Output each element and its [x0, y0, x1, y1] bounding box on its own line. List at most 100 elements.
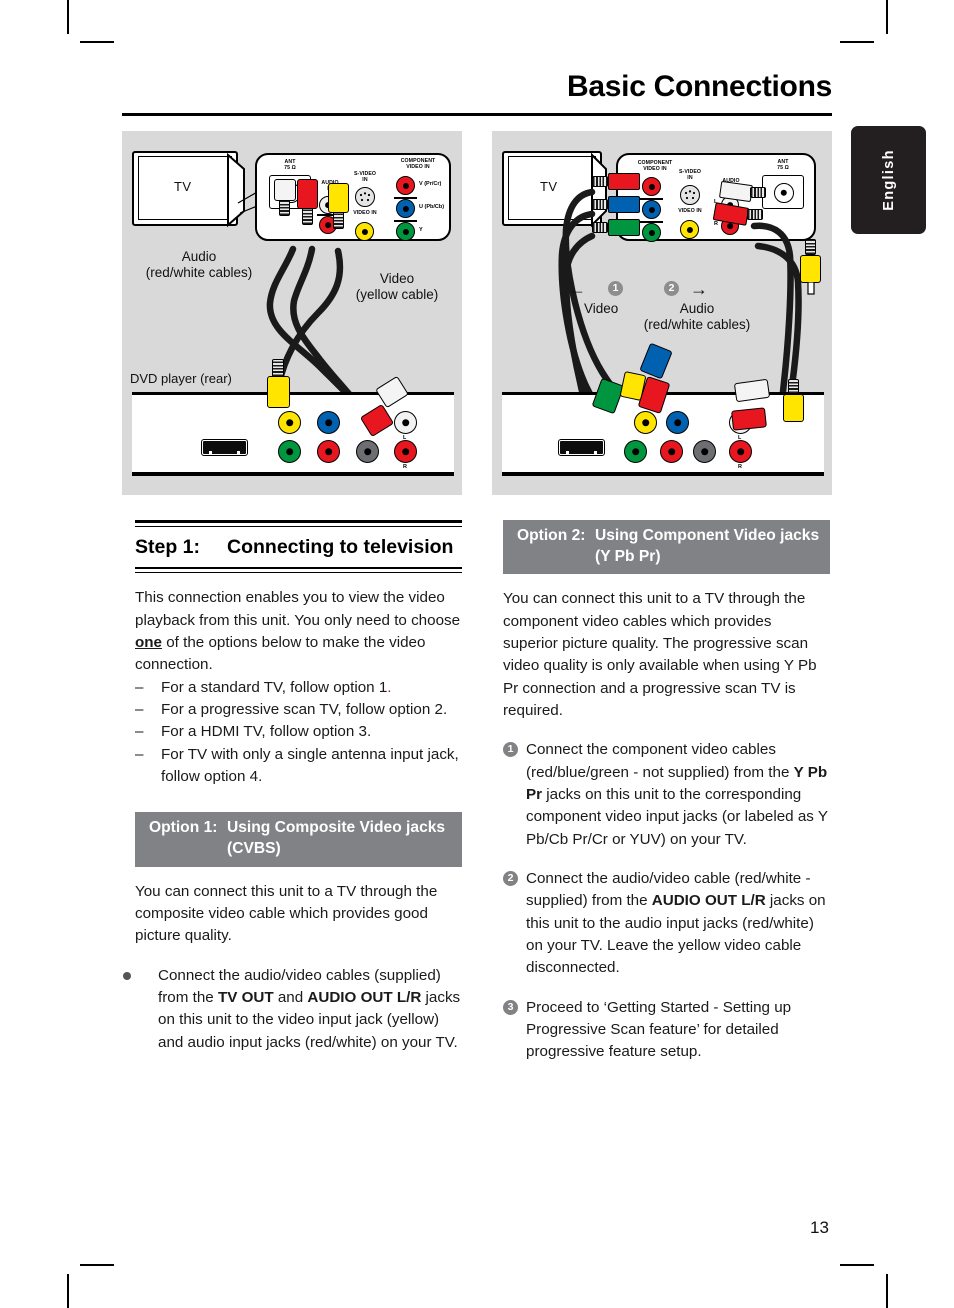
- callout-video-left: Video (yellow cable): [355, 271, 439, 302]
- dvd-audio-r-jack-right: [729, 440, 752, 463]
- loose-yellow-boot-right: [805, 239, 816, 255]
- dash-marker: –: [135, 723, 144, 741]
- loose-yellow-tip-right: [807, 282, 815, 295]
- crop-mark-bottom-right: [886, 1274, 888, 1308]
- dash-marker: –: [135, 745, 144, 763]
- dvd-audio-l-label-left: L: [403, 435, 407, 441]
- dvd-rear-panel-left: L R: [132, 392, 454, 476]
- step-intro-paragraph: This connection enables you to view the …: [135, 587, 462, 676]
- ant-label-right: ANT 75 Ω: [777, 159, 789, 171]
- list-item-text: For a progressive scan TV, follow option…: [161, 701, 448, 719]
- s-video-in-label-right: S-VIDEO IN: [678, 169, 702, 181]
- option1-text-mid: and: [273, 988, 308, 1006]
- dvd-panel-bottom-edge: [132, 472, 454, 476]
- plug-red-left: [297, 179, 318, 209]
- dvd-pb-jack-left: [317, 411, 340, 434]
- option1-bold-audioout: AUDIO OUT L/R: [307, 988, 422, 1006]
- option1-title: Using Composite Video jacks (CVBS): [227, 819, 446, 858]
- dvd-audio-l-label-right: L: [738, 435, 742, 441]
- crop-mark-left-bottom: [80, 1264, 114, 1266]
- crop-mark-right-bottom: [840, 1264, 874, 1266]
- crop-mark-right-top: [840, 41, 874, 43]
- step-rule-bottom-1: [135, 566, 462, 570]
- dvd-pb-jack-right: [666, 411, 689, 434]
- dvd-audio-r-label-right: R: [738, 464, 742, 470]
- option2-header-bar: Option 2: Using Component Video jacks (Y…: [503, 520, 830, 575]
- callout-video-label-right: Video: [584, 301, 619, 316]
- callout-audio-label-right: Audio (red/white cables): [643, 301, 751, 332]
- language-tab: English: [851, 126, 926, 234]
- list-item-text: For a HDMI TV, follow option 3.: [161, 723, 372, 741]
- dvd-plug-boot-yellow-left: [272, 359, 284, 377]
- list-item-text: For TV with only a single antenna input …: [161, 745, 459, 786]
- dvd-player-label-left: DVD player (rear): [130, 371, 232, 386]
- list-item: – For a progressive scan TV, follow opti…: [135, 699, 462, 721]
- right-text-column: Option 2: Using Component Video jacks (Y…: [503, 520, 830, 1064]
- language-tab-label: English: [880, 149, 897, 211]
- component-connection-diagram: TV COMPONENT VIDEO IN S-VIDEO IN VIDEO I…: [492, 131, 832, 495]
- step-number-badge: 1: [503, 742, 518, 758]
- ant-label: ANT 75 Ω: [284, 159, 296, 171]
- s-video-in-label: S-VIDEO IN: [353, 171, 377, 183]
- dvd-panel-bottom-edge-right: [502, 472, 824, 476]
- dvd-audio-r-jack-left: [394, 440, 417, 463]
- composite-connection-diagram: TV ANT 75 Ω AUDIO IN L R S-VIDEO IN VIDE…: [122, 131, 462, 495]
- dvd-audio-r-label-left: R: [403, 464, 407, 470]
- step-number: Step 1:: [135, 536, 201, 559]
- dvd-video-out-jack-right: [634, 411, 657, 434]
- option2-s1-post: jacks on this unit to the corresponding …: [526, 785, 828, 848]
- option2-intro: You can connect this unit to a TV throug…: [503, 590, 817, 719]
- option1-intro: You can connect this unit to a TV throug…: [135, 882, 438, 945]
- page-number: 13: [810, 1218, 829, 1237]
- option1-number: Option 1:: [149, 819, 218, 837]
- header-rule: [122, 113, 832, 116]
- page-title: Basic Connections: [567, 70, 832, 103]
- step-rule-top-1: [135, 520, 462, 523]
- option2-step-2: 2 Connect the audio/video cable (red/whi…: [503, 868, 830, 980]
- option2-step-3: 3 Proceed to ‘Getting Started - Setting …: [503, 997, 830, 1064]
- option1-header-bar: Option 1: Using Composite Video jacks (C…: [135, 812, 462, 867]
- step-rule-bottom-2: [135, 571, 462, 574]
- dvd-video-out-jack-left: [278, 411, 301, 434]
- step-number-badge: 2: [503, 870, 518, 886]
- option2-step-2-text: Connect the audio/video cable (red/white…: [526, 868, 830, 980]
- option2-s3-pre: Proceed to ‘Getting Started - Setting up…: [526, 998, 792, 1061]
- list-item-text: For a standard TV, follow option 1: [161, 678, 388, 696]
- component-video-in-label: COMPONENT VIDEO IN: [400, 158, 436, 170]
- callout-video-arrow-right: ←: [568, 279, 586, 299]
- list-item: – For a HDMI TV, follow option 3.: [135, 721, 462, 743]
- option2-number: Option 2:: [517, 527, 586, 544]
- step-number-badge: 3: [503, 999, 518, 1015]
- component-v-label: V (Pr/Cr): [419, 181, 442, 187]
- option2-step-1-text: Connect the component video cables (red/…: [526, 739, 830, 851]
- dvd-y-jack-left: [278, 440, 301, 463]
- step-intro-emphasis: one: [135, 634, 163, 652]
- option1-bullet-item: Connect the audio/video cables (supplied…: [123, 965, 462, 1054]
- dvd-audio-l-jack-left: [394, 411, 417, 434]
- step-title: Connecting to television: [227, 536, 454, 559]
- step-intro-part1: This connection enables you to view the …: [135, 589, 461, 629]
- option2-step-1: 1 Connect the component video cables (re…: [503, 739, 830, 851]
- list-item-tail: .: [387, 678, 392, 696]
- callout-audio-left: Audio (red/white cables): [145, 249, 253, 280]
- option2-s1-pre: Connect the component video cables (red/…: [526, 741, 794, 781]
- dvd-y-jack-right: [624, 440, 647, 463]
- dvd-loose-yellow-plug-right: [783, 394, 804, 422]
- step-rule-bottom: [135, 566, 462, 574]
- crop-mark-top-right: [886, 0, 888, 34]
- bullet-dot-icon: [123, 971, 131, 980]
- callout-number-1: 1: [608, 281, 623, 296]
- plug-boot-yellow-left: [333, 211, 344, 229]
- option2-title: Using Component Video jacks (Y Pb Pr): [595, 527, 820, 565]
- dvd-plug-red2-right: [731, 407, 767, 431]
- crop-mark-bottom-left: [67, 1274, 69, 1308]
- dvd-pr-jack-left: [317, 440, 340, 463]
- hdmi-port-left: [201, 439, 248, 456]
- loose-yellow-plug-right: [800, 255, 821, 283]
- plug-boot-white-left: [279, 199, 290, 216]
- step-heading: Step 1: Connecting to television: [135, 527, 462, 567]
- left-text-column: Step 1: Connecting to television This co…: [123, 520, 462, 1054]
- option1-bold-tvout: TV OUT: [217, 988, 274, 1006]
- option2-step-3-text: Proceed to ‘Getting Started - Setting up…: [526, 997, 830, 1064]
- plug-white-left: [274, 179, 296, 201]
